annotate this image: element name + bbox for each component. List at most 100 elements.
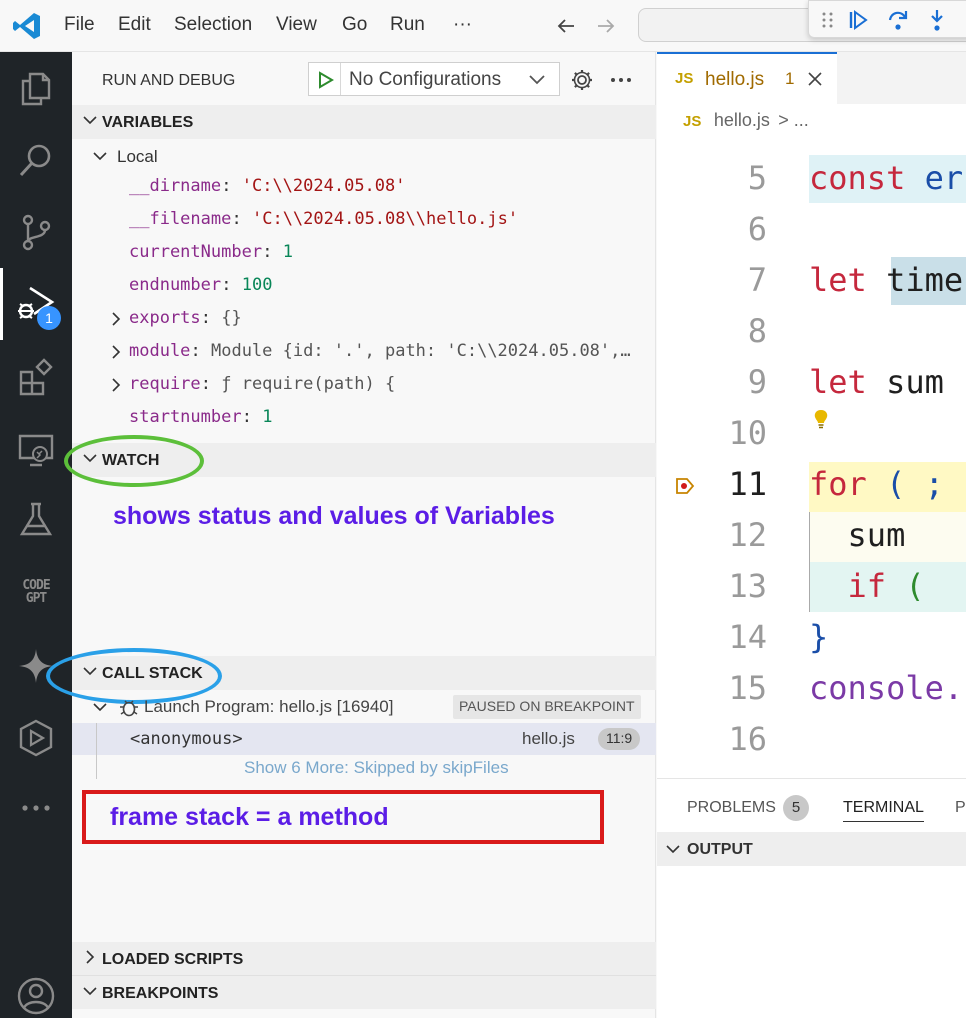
variable-row[interactable]: module: Module {id: '.', path: 'C:\\2024… — [72, 337, 656, 367]
local-scope-label: Local — [117, 147, 158, 166]
launch-program-label: Launch Program: hello.js [16940] — [144, 697, 394, 716]
account-icon[interactable] — [14, 974, 58, 1018]
deployment-icon[interactable] — [14, 716, 58, 760]
variable-name: __dirname — [129, 176, 222, 196]
breadcrumb-file[interactable]: hello.js — [714, 110, 770, 130]
variable-row[interactable]: startnumber: 1 — [72, 403, 656, 433]
forward-arrow-icon[interactable] — [594, 14, 618, 38]
variable-row[interactable]: __filename: 'C:\\2024.05.08\\hello.js' — [72, 205, 656, 235]
debug-toolbar — [808, 0, 966, 38]
separator: : — [221, 176, 242, 196]
frame-file: hello.js — [522, 729, 575, 748]
line-number: 9 — [747, 363, 767, 401]
variable-row[interactable]: __dirname: 'C:\\2024.05.08' — [72, 172, 656, 202]
line-number: 11 — [728, 465, 767, 503]
more-actions-icon[interactable] — [610, 70, 632, 90]
code-line[interactable]: let time — [809, 261, 963, 299]
remote-explorer-icon[interactable] — [14, 428, 58, 472]
tab-label: hello.js — [705, 69, 765, 90]
line-number: 7 — [747, 261, 767, 299]
line-number: 10 — [728, 414, 767, 452]
code-line[interactable]: if ( — [809, 567, 925, 605]
chevron-right-icon — [86, 950, 95, 964]
problems-count-badge: 5 — [783, 795, 809, 821]
more-views-icon[interactable] — [14, 786, 58, 830]
variable-name: exports — [129, 308, 201, 328]
breadcrumb-more[interactable]: > ... — [778, 110, 809, 130]
close-icon[interactable] — [807, 71, 823, 87]
drag-handle-icon[interactable] — [821, 11, 835, 29]
variable-row[interactable]: require: ƒ require(path) { — [72, 370, 656, 400]
variable-name: require — [129, 374, 201, 394]
loaded-scripts-header[interactable]: LOADED SCRIPTS — [72, 942, 656, 976]
testing-icon[interactable] — [14, 498, 58, 542]
step-into-icon[interactable] — [927, 8, 947, 32]
menu-edit[interactable]: Edit — [118, 14, 151, 36]
menu-file[interactable]: File — [64, 14, 95, 36]
separator: : — [231, 209, 252, 229]
line-number: 6 — [747, 210, 767, 248]
variable-row[interactable]: endnumber: 100 — [72, 271, 656, 301]
continue-icon[interactable] — [847, 9, 869, 31]
breakpoints-header[interactable]: BREAKPOINTS — [72, 975, 656, 1009]
chevron-down-icon — [83, 116, 97, 125]
bottom-panel: PROBLEMS 5 TERMINAL P OUTPUT — [657, 778, 966, 1018]
variable-value: 'C:\\2024.05.08' — [241, 176, 406, 196]
code-line[interactable]: console. — [809, 669, 963, 707]
variables-section-header[interactable]: VARIABLES — [72, 105, 656, 139]
editor-tab-hello-js[interactable]: JS hello.js 1 — [657, 52, 837, 104]
panel-tab-problems[interactable]: PROBLEMS — [687, 799, 776, 817]
variable-row[interactable]: exports: {} — [72, 304, 656, 334]
menu-more[interactable]: ··· — [453, 14, 472, 36]
panel-tab-cut[interactable]: P — [955, 799, 966, 817]
panel-tab-terminal[interactable]: TERMINAL — [843, 799, 924, 822]
gear-icon[interactable] — [570, 68, 594, 92]
variable-row[interactable]: currentNumber: 1 — [72, 238, 656, 268]
code-line[interactable]: sum — [809, 516, 906, 554]
variable-name: currentNumber — [129, 242, 263, 262]
breakpoint-stopped-icon[interactable] — [675, 476, 695, 496]
output-header[interactable]: OUTPUT — [657, 832, 966, 866]
separator: : — [221, 275, 242, 295]
menu-run[interactable]: Run — [390, 14, 425, 36]
code-text: ( — [886, 567, 925, 605]
code-line[interactable]: let sum — [809, 363, 944, 401]
explorer-icon[interactable] — [14, 66, 58, 110]
menu-go[interactable]: Go — [342, 14, 367, 36]
menu-selection[interactable]: Selection — [174, 14, 252, 36]
code-line[interactable]: const er — [809, 159, 963, 197]
codegpt-icon[interactable]: CODE GPT — [14, 579, 58, 609]
code-text: time — [866, 261, 964, 299]
line-number: 8 — [747, 312, 767, 350]
source-control-icon[interactable] — [14, 210, 58, 254]
variables-label: VARIABLES — [102, 114, 194, 131]
breakpoints-label: BREAKPOINTS — [102, 985, 219, 1002]
dropdown-divider — [340, 63, 341, 95]
back-arrow-icon[interactable] — [554, 14, 578, 38]
chevron-right-icon — [112, 312, 121, 326]
show-more-link[interactable]: Show 6 More: Skipped by skipFiles — [244, 758, 509, 778]
frame-position-badge: 11:9 — [598, 728, 641, 750]
js-file-icon: JS — [675, 70, 694, 87]
step-over-icon[interactable] — [887, 8, 909, 32]
code-line[interactable]: for ( ; ( — [809, 465, 966, 503]
lightbulb-icon[interactable] — [812, 408, 830, 430]
configuration-dropdown[interactable]: No Configurations — [308, 62, 560, 96]
variable-name: endnumber — [129, 275, 222, 295]
separator: : — [200, 308, 222, 328]
stack-frame-row[interactable]: <anonymous> hello.js 11:9 — [72, 723, 656, 779]
breadcrumb: JS hello.js > ... — [683, 110, 809, 136]
active-indicator — [0, 268, 3, 340]
code-line[interactable]: } — [809, 618, 828, 656]
code-keyword: let — [809, 363, 867, 401]
vscode-logo-icon — [12, 11, 42, 41]
menu-view[interactable]: View — [276, 14, 317, 36]
search-icon[interactable] — [14, 138, 58, 182]
variable-value: 1 — [282, 242, 293, 262]
tree-guide — [96, 723, 97, 779]
extensions-icon[interactable] — [14, 356, 58, 400]
launch-program-row[interactable]: Launch Program: hello.js [16940] PAUSED … — [72, 692, 656, 722]
watch-highlight-circle — [64, 435, 204, 487]
start-debugging-icon[interactable] — [317, 71, 335, 89]
run-debug-sidebar: RUN AND DEBUG No Configurations VARIABLE… — [46, 52, 656, 1018]
